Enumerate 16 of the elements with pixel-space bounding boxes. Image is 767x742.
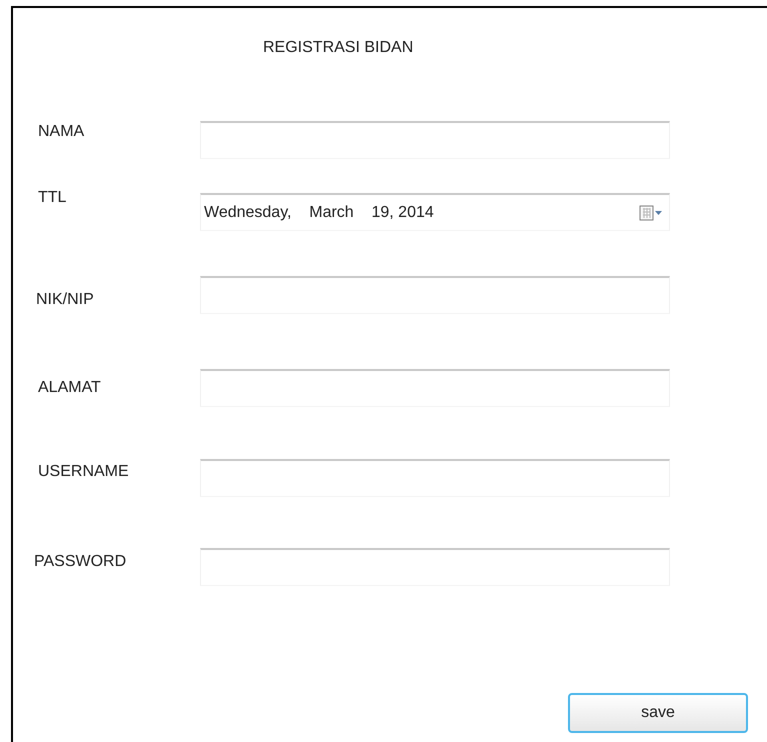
- input-field[interactable]: [200, 121, 670, 159]
- field-label: ALAMAT: [38, 378, 102, 398]
- input-field[interactable]: [200, 369, 670, 407]
- input-field[interactable]: [200, 459, 670, 497]
- form-title: REGISTRASI BIDAN: [263, 38, 414, 58]
- input-field[interactable]: [200, 276, 670, 314]
- input-field[interactable]: [200, 548, 670, 586]
- field-label: TTL: [38, 188, 68, 208]
- field-label: NIK/NIP: [36, 290, 95, 310]
- save-button[interactable]: save: [568, 693, 748, 733]
- field-label: USERNAME: [38, 462, 130, 482]
- date-picker[interactable]: Wednesday, March 19, 2014: [200, 193, 670, 231]
- field-label: PASSWORD: [34, 552, 128, 572]
- calendar-dropdown-icon[interactable]: [639, 204, 663, 220]
- date-value: Wednesday, March 19, 2014: [204, 202, 435, 222]
- field-label: NAMA: [38, 122, 86, 142]
